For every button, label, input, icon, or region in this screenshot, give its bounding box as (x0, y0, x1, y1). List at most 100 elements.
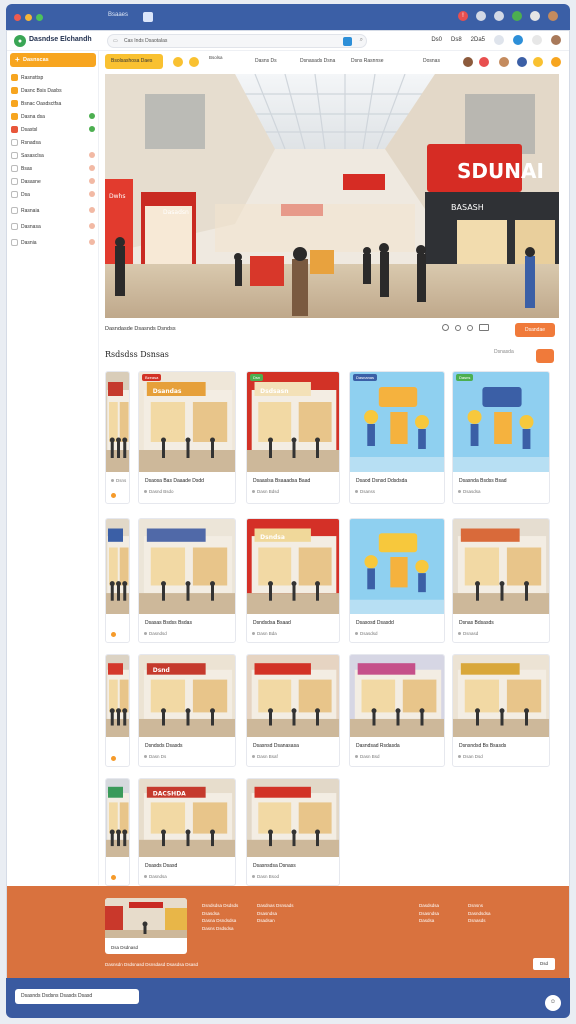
maximize-window-dot[interactable] (36, 14, 43, 21)
header-label-2[interactable]: Ds8 (451, 37, 462, 43)
product-card[interactable]: Dsnd Dsndsds Dsasds Dasn Ds (138, 654, 236, 767)
smiley-icon[interactable] (173, 57, 183, 67)
product-card[interactable] (105, 654, 130, 767)
header-actions: Ds0 Ds8 2Da5 (431, 35, 561, 45)
product-card[interactable]: Dsndsa Dsndsdsa Bsaad Dasn Bda (246, 518, 340, 643)
header-label-3[interactable]: 2Da5 (471, 37, 485, 43)
filter-tab-1[interactable]: Dasns Ds (255, 58, 277, 64)
card-image: Dsandas (139, 372, 235, 472)
coin-icon[interactable] (533, 57, 543, 67)
mid-sign-text: Dasadsn (163, 209, 189, 216)
active-filter-chip[interactable]: Bsolsashosa Daes (105, 54, 163, 69)
footer-link[interactable]: Dsasndsa (419, 910, 439, 918)
product-card[interactable]: DACSHDA Dsasds Dsasd Dasndsa (138, 778, 236, 886)
sidebar-item[interactable]: Rsnadsa (11, 137, 95, 148)
footer-link[interactable]: Dasndsdsa (468, 910, 491, 918)
footer-link[interactable]: Dsnasds (468, 917, 491, 925)
product-card[interactable]: Dsnsndsd Bs Bsasds Dsan Dsd (452, 654, 550, 767)
share-icon[interactable] (455, 324, 461, 331)
footer-thumbnail[interactable]: Dsa Dsdnasd (105, 898, 187, 954)
star-icon[interactable] (551, 57, 561, 67)
product-card[interactable]: Dsnas Bdsasds Dsnasd (452, 518, 550, 643)
sidebar-item[interactable]: Rasnsttsp (11, 72, 95, 83)
bookmark-icon[interactable] (476, 11, 486, 21)
bottom-search-pill[interactable]: Dsasnds Dsdsns Dsasds Dsasd (15, 989, 139, 1004)
footer-link[interactable]: Dasna Dsndsdsa (202, 917, 238, 925)
address-bar[interactable]: ▭ Cas Inds Dsaotalas ⌕ (107, 34, 367, 48)
settings-icon[interactable] (530, 11, 540, 21)
notification-icon[interactable]: ! (458, 11, 468, 21)
footer-link[interactable]: Dsnsns (468, 902, 491, 910)
go-icon[interactable] (343, 37, 352, 46)
user-avatar[interactable] (551, 35, 561, 45)
product-card[interactable]: Dasns Dsasnda Bsdss Bsad Dsasdsa (452, 371, 550, 504)
filter-tab-2[interactable]: Dsnasads Dsna (300, 58, 335, 64)
product-card[interactable]: Dsasosd Dsasdd Dsasdsd (349, 518, 445, 643)
product-card[interactable]: Dsns (105, 371, 130, 504)
header-label-1[interactable]: Ds0 (431, 37, 442, 43)
footer-link[interactable]: Dasns Dsdsdsa (202, 925, 238, 933)
product-card[interactable]: Dsdsasn Dsn Dsaaslsa Bsaaadsa Baad Dasn Bds… (246, 371, 340, 504)
footer-link[interactable]: Dasdnas Dsnsads (257, 902, 294, 910)
section-search-input[interactable]: Dsnasda (494, 349, 514, 355)
close-window-dot[interactable] (14, 14, 21, 21)
product-card[interactable]: Dasnanas Dsaod Dsnsd Ddsdsda Dsanss (349, 371, 445, 504)
card-image: Dsndsa (247, 519, 339, 614)
sidebar-item[interactable]: Dasnc Bsis Dasbs (11, 85, 95, 96)
footer-link[interactable]: Dsasdsa (202, 910, 238, 918)
sidebar-item[interactable]: Dsastsl (11, 124, 95, 135)
sidebar-item[interactable]: Bsas (11, 163, 95, 174)
window-controls[interactable] (14, 14, 43, 21)
product-card[interactable]: Dsasnsd Dsanasasa Dasn Bsaf (246, 654, 340, 767)
avatar[interactable] (463, 57, 473, 67)
filter-tab-3[interactable]: Dsns Rasnnse (351, 58, 384, 64)
fullscreen-icon[interactable] (479, 324, 489, 331)
product-card[interactable]: Dsandas Bzeasa Dsaosa Bas Daaade Dsdd Dasnd… (138, 371, 236, 504)
sidebar-item[interactable]: Dasna dsa (11, 111, 95, 122)
browser-tab[interactable]: Bsaaes (108, 12, 128, 18)
footer-link[interactable]: Dasdsa (419, 917, 439, 925)
refresh-icon[interactable] (442, 324, 449, 331)
sidebar-item[interactable]: Dasasne (11, 176, 95, 187)
card-image (139, 519, 235, 614)
product-card[interactable]: Dasndsad Rsdasda Dasn Bsd (349, 654, 445, 767)
footer-link[interactable]: Dsndsdsa Dsdsds (202, 902, 238, 910)
footer-link[interactable]: Dsadsan (257, 917, 294, 925)
hero-action-button[interactable]: Dsandae (515, 323, 555, 337)
product-card[interactable]: Dsasas Bsdss Bsdas Dasndsd (138, 518, 236, 643)
footer-badge[interactable]: Dsd (533, 958, 555, 970)
sidebar-item[interactable]: Dasnia (11, 237, 95, 248)
chat-icon[interactable] (532, 35, 542, 45)
sidebar-primary-button[interactable]: Dasnscas (10, 53, 96, 67)
info-icon[interactable] (513, 35, 523, 45)
sidebar-item[interactable]: Rasnaia (11, 205, 95, 216)
search-icon[interactable]: ⌕ (360, 37, 363, 44)
avatar[interactable] (517, 57, 527, 67)
minimize-window-dot[interactable] (25, 14, 32, 21)
sidebar-item[interactable]: Dasnasa (11, 221, 95, 232)
like-icon[interactable] (467, 324, 473, 331)
sidebar-item[interactable]: Sasasclsa (11, 150, 95, 161)
footer-link[interactable]: Dasdsdsa (419, 902, 439, 910)
help-icon[interactable] (494, 35, 504, 45)
avatar[interactable] (479, 57, 489, 67)
profile-avatar[interactable] (548, 11, 558, 21)
sidebar-item[interactable]: Bsnac Oasdsctfsa (11, 98, 95, 109)
footer-link[interactable]: Dsasndsa (257, 910, 294, 918)
extension-icon[interactable] (494, 11, 504, 21)
product-card[interactable] (105, 778, 130, 886)
card-subtitle: Dasn Bdsd (251, 489, 280, 494)
product-card[interactable]: Dsasnsdsa Dsnass Dasn Bsod (246, 778, 340, 886)
emoji-icon[interactable] (189, 57, 199, 67)
sidebar-item[interactable]: Dsa (11, 189, 95, 200)
hero-mall-image[interactable]: SDUNAI BASASH Dwhs Dasadsn (105, 74, 559, 318)
tab-icon[interactable] (143, 12, 153, 22)
product-card[interactable] (105, 518, 130, 643)
section-search-button[interactable] (536, 349, 554, 363)
sync-icon[interactable] (512, 11, 522, 21)
filter-tab-4[interactable]: Dosnas (423, 58, 440, 64)
avatar[interactable] (499, 57, 509, 67)
card-image (106, 519, 129, 614)
chat-fab-icon[interactable]: ☺ (545, 995, 561, 1011)
card-subtitle: Dasn Bsod (251, 874, 280, 879)
